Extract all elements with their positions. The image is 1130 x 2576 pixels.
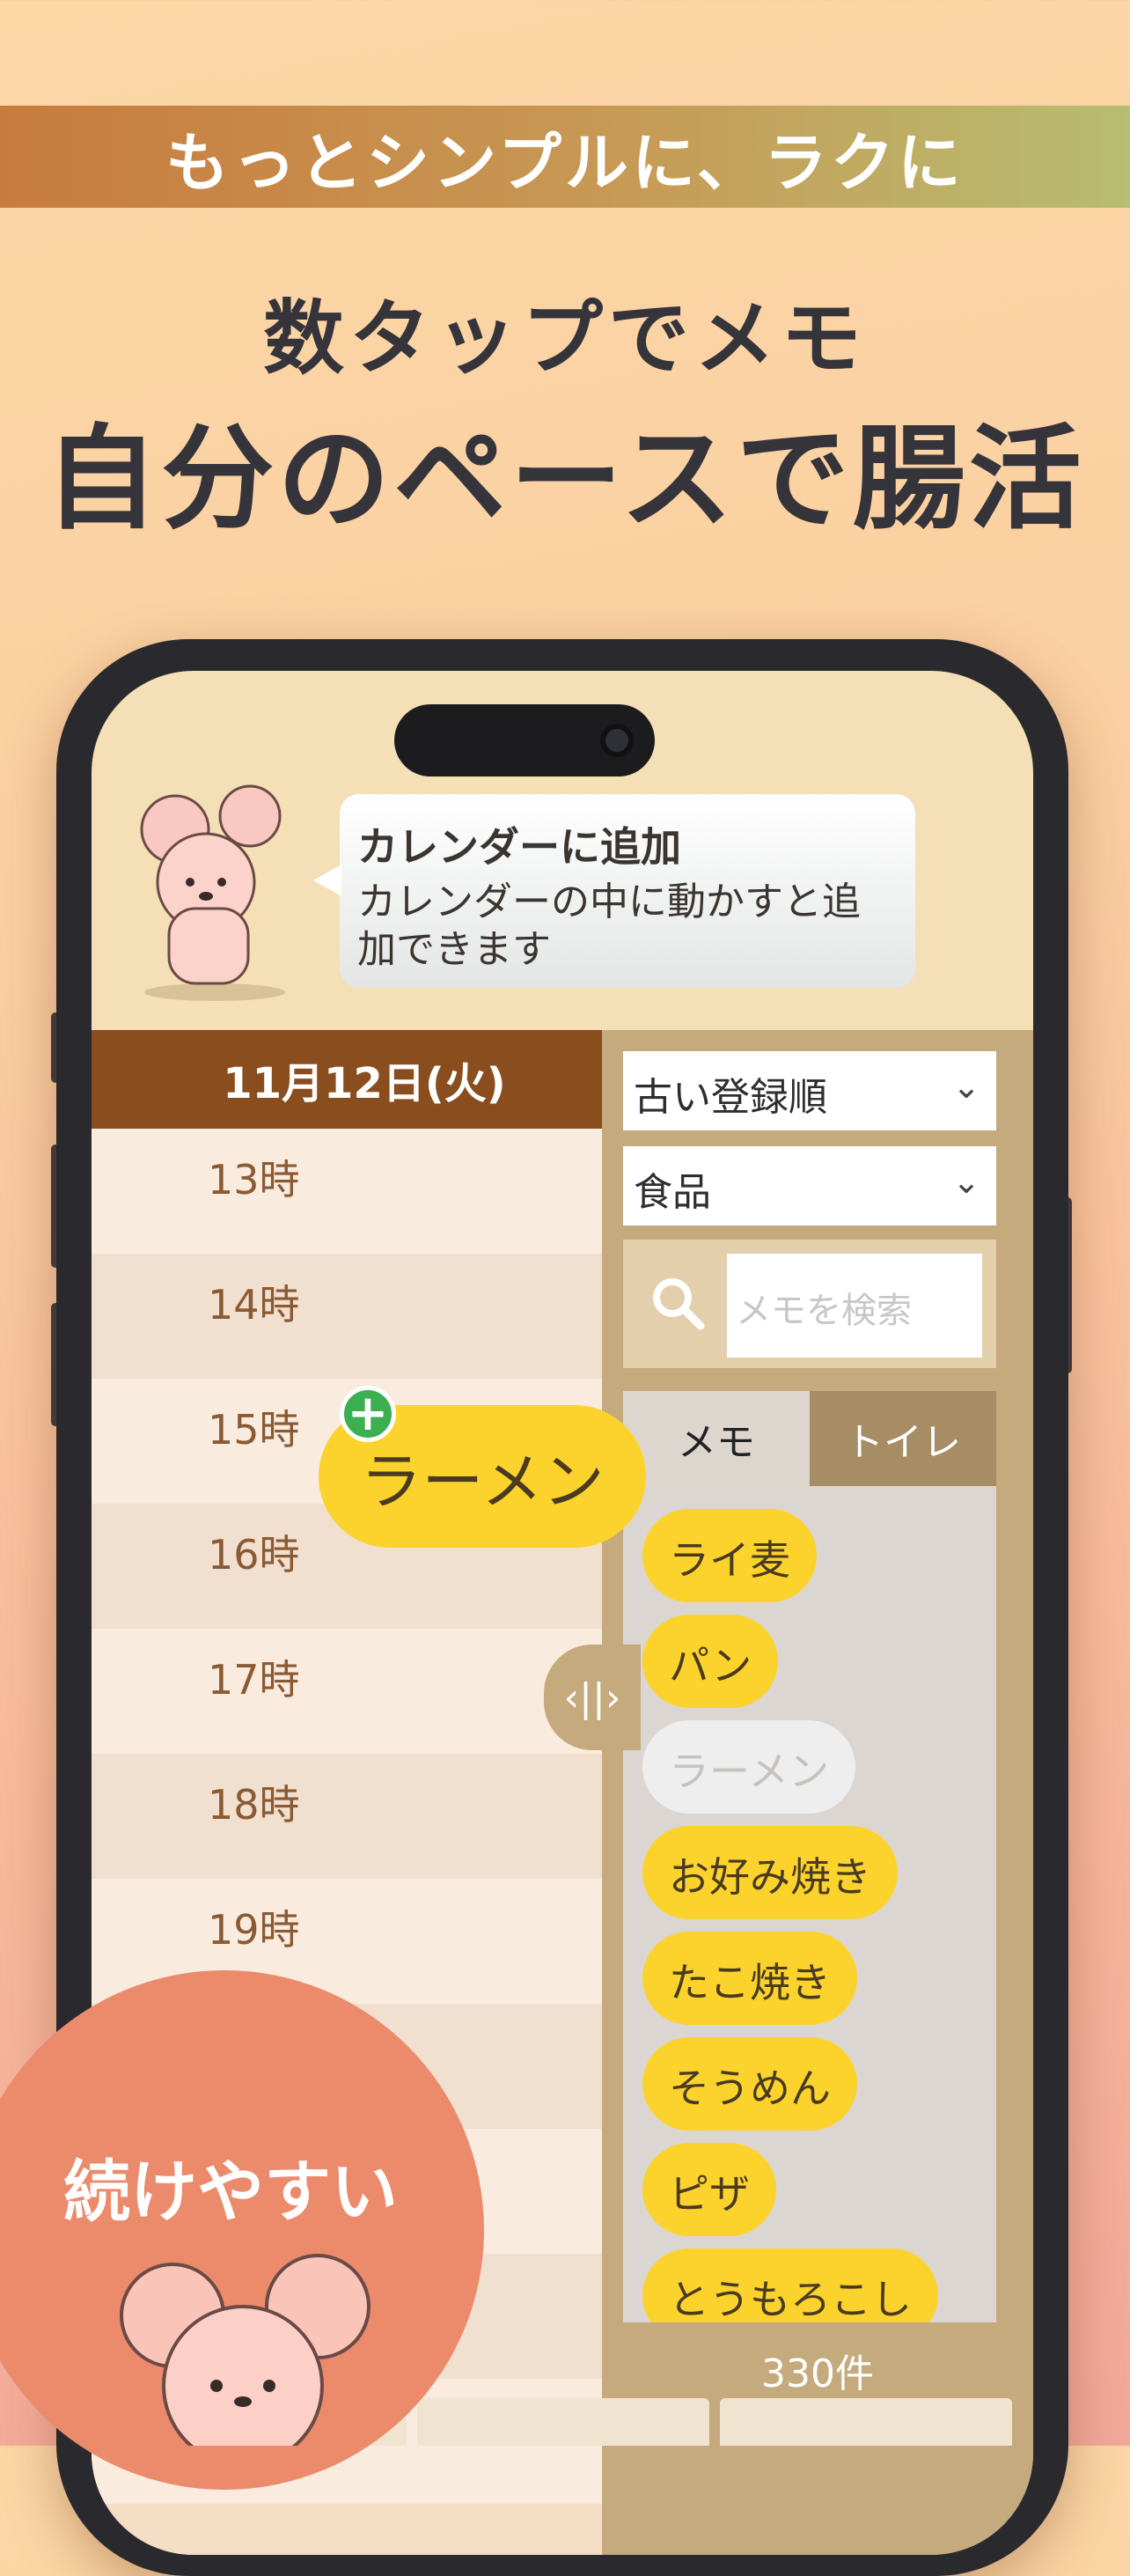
hour-label: 17時 [208, 1656, 300, 1704]
hour-label: 18時 [208, 1781, 300, 1829]
memo-chip[interactable]: そうめん [642, 2037, 857, 2131]
calendar-date-header: 11月12日(火) [92, 1030, 602, 1129]
hour-slot[interactable]: 18時 [92, 1754, 602, 1879]
tab-toilet[interactable]: トイレ [810, 1391, 996, 1486]
hour-label: 13時 [208, 1156, 300, 1203]
sort-select[interactable]: 古い登録順 ⌄ [623, 1051, 996, 1130]
tab-bar: メモ トイレ [623, 1391, 996, 1486]
category-select[interactable]: 食品 ⌄ [623, 1146, 996, 1225]
memo-chip[interactable]: ピザ [642, 2143, 776, 2236]
search-icon[interactable] [649, 1275, 708, 1333]
category-select-value: 食品 [634, 1170, 711, 1215]
chevron-down-icon: ⌄ [952, 1162, 980, 1201]
hour-slot[interactable]: 17時 [92, 1629, 602, 1754]
memo-chip[interactable]: ライ麦 [642, 1509, 817, 1602]
toolbar-button-edit[interactable] [417, 2398, 709, 2446]
tooltip-title: カレンダーに追加 [357, 823, 681, 871]
panel-resize-handle[interactable]: ‹||› [544, 1645, 641, 1750]
hour-label: 14時 [208, 1281, 300, 1328]
search-bar: メモを検索 [623, 1240, 996, 1368]
hour-label: 19時 [208, 1906, 300, 1954]
tooltip-bubble: カレンダーに追加 カレンダーの中に動かすと追加できます [313, 794, 915, 988]
hour-slot[interactable]: 14時 [92, 1254, 602, 1379]
memo-count: 330件 [761, 2352, 874, 2396]
memo-chip[interactable]: たこ焼き [642, 1932, 857, 2025]
resize-arrows-icon: ‹||› [563, 1674, 621, 1720]
memo-chip[interactable]: ラーメン [642, 1720, 856, 1814]
camera-icon [600, 724, 634, 757]
mascot-dog-icon [120, 2254, 371, 2446]
memo-chip[interactable]: パン [642, 1615, 779, 1708]
tooltip-body: カレンダーの中に動かすと追加できます [357, 880, 861, 972]
add-plus-icon: + [340, 1386, 396, 1442]
chevron-down-icon: ⌄ [952, 1067, 980, 1106]
hour-label: 16時 [208, 1531, 300, 1579]
top-banner: もっとシンプルに、ラクに [0, 106, 1130, 208]
toolbar-button-calendar[interactable] [720, 2398, 1012, 2446]
hour-label: 15時 [208, 1406, 300, 1454]
memo-panel: 古い登録順 ⌄ 食品 ⌄ メモを検索 メモ トイレ ライ麦 パン ラーメン お好… [602, 1030, 1033, 2555]
memo-chip[interactable]: とうもろこし [642, 2248, 938, 2322]
memo-chip-list: ライ麦 パン ラーメン お好み焼き たこ焼き そうめん ピザ とうもろこし [623, 1486, 996, 2322]
dynamic-island [394, 704, 655, 776]
headline-main: 自分のペースで腸活 [45, 414, 1085, 545]
headline-sub: 数タップでメモ [262, 291, 867, 386]
hour-slot[interactable]: 13時 [92, 1129, 602, 1254]
tab-memo[interactable]: メモ [623, 1391, 810, 1486]
feature-badge-text: 続けやすい [63, 2153, 398, 2231]
mascot-dog-icon [140, 784, 285, 1001]
search-input[interactable]: メモを検索 [727, 1254, 982, 1358]
banner-text: もっとシンプルに、ラクに [165, 125, 965, 200]
memo-chip[interactable]: お好み焼き [642, 1826, 898, 1919]
sort-select-value: 古い登録順 [634, 1075, 827, 1120]
